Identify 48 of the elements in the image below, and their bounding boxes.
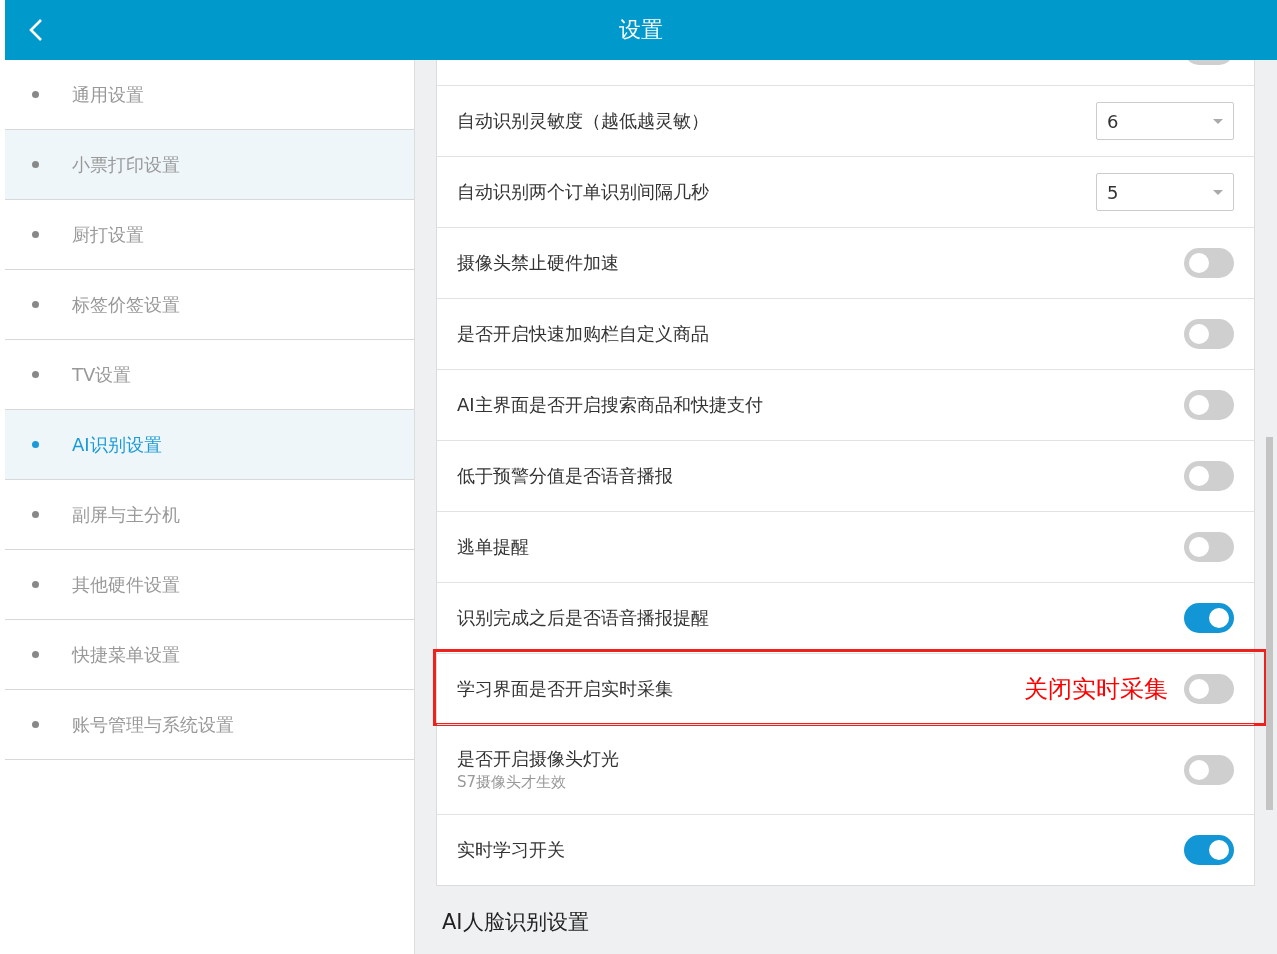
setting-label: 自动识别灵敏度（越低越灵敏） xyxy=(457,109,710,133)
sidebar-item[interactable]: 小票打印设置 xyxy=(5,130,414,200)
sidebar-item[interactable]: 其他硬件设置 xyxy=(5,550,414,620)
setting-label: 自动识别两个订单识别间隔几秒 xyxy=(457,180,710,204)
setting-label: AI主界面是否开启搜索商品和快捷支付 xyxy=(457,393,764,417)
back-icon[interactable] xyxy=(29,18,43,42)
caret-icon xyxy=(1213,189,1223,195)
setting-label: 实时学习开关 xyxy=(457,838,566,862)
page-title: 设置 xyxy=(619,16,663,44)
bullet-icon xyxy=(32,91,39,98)
bullet-icon xyxy=(32,161,39,168)
scrollbar-thumb[interactable] xyxy=(1266,437,1273,810)
toggle-switch[interactable] xyxy=(1184,248,1234,278)
toggle-switch[interactable] xyxy=(1184,390,1234,420)
toggle-switch[interactable] xyxy=(1184,835,1234,865)
setting-label: 逃单提醒 xyxy=(457,535,530,559)
setting-label: 低于预警分值是否语音播报 xyxy=(457,464,674,488)
setting-label: 识别完成之后是否语音播报提醒 xyxy=(457,606,710,630)
setting-label: 是否开启快速加购栏自定义商品 xyxy=(457,322,710,346)
sidebar-item[interactable]: 账号管理与系统设置 xyxy=(5,690,414,760)
setting-label: 摄像头禁止硬件加速 xyxy=(457,251,620,275)
sidebar-item[interactable]: 厨打设置 xyxy=(5,200,414,270)
dropdown[interactable]: 5 xyxy=(1096,173,1234,211)
sidebar-item[interactable]: 副屏与主分机 xyxy=(5,480,414,550)
setting-label: 是否开启摄像头灯光 xyxy=(457,747,620,771)
setting-label: 学习界面是否开启实时采集 xyxy=(457,677,674,701)
toggle-switch[interactable] xyxy=(1184,461,1234,491)
bullet-icon xyxy=(32,651,39,658)
dropdown[interactable]: 6 xyxy=(1096,102,1234,140)
sidebar-item[interactable]: 快捷菜单设置 xyxy=(5,620,414,690)
toggle-switch[interactable] xyxy=(1184,674,1234,704)
bullet-icon xyxy=(32,301,39,308)
toggle-switch[interactable] xyxy=(1184,319,1234,349)
sidebar-item[interactable]: AI识别设置 xyxy=(5,410,414,480)
section-heading: AI人脸识别设置 xyxy=(441,909,590,936)
bullet-icon xyxy=(32,511,39,518)
setting-hint: S7摄像头才生效 xyxy=(457,773,568,792)
bullet-icon xyxy=(32,441,39,448)
toggle-switch[interactable] xyxy=(1184,532,1234,562)
toggle-switch[interactable] xyxy=(1184,754,1234,785)
bullet-icon xyxy=(32,721,39,728)
bullet-icon xyxy=(32,581,39,588)
caret-icon xyxy=(1213,118,1223,124)
sidebar-item[interactable]: 标签价签设置 xyxy=(5,270,414,340)
bullet-icon xyxy=(32,231,39,238)
toggle-switch[interactable] xyxy=(1184,603,1234,633)
annotation-text: 关闭实时采集 xyxy=(1024,674,1168,705)
bullet-icon xyxy=(32,371,39,378)
